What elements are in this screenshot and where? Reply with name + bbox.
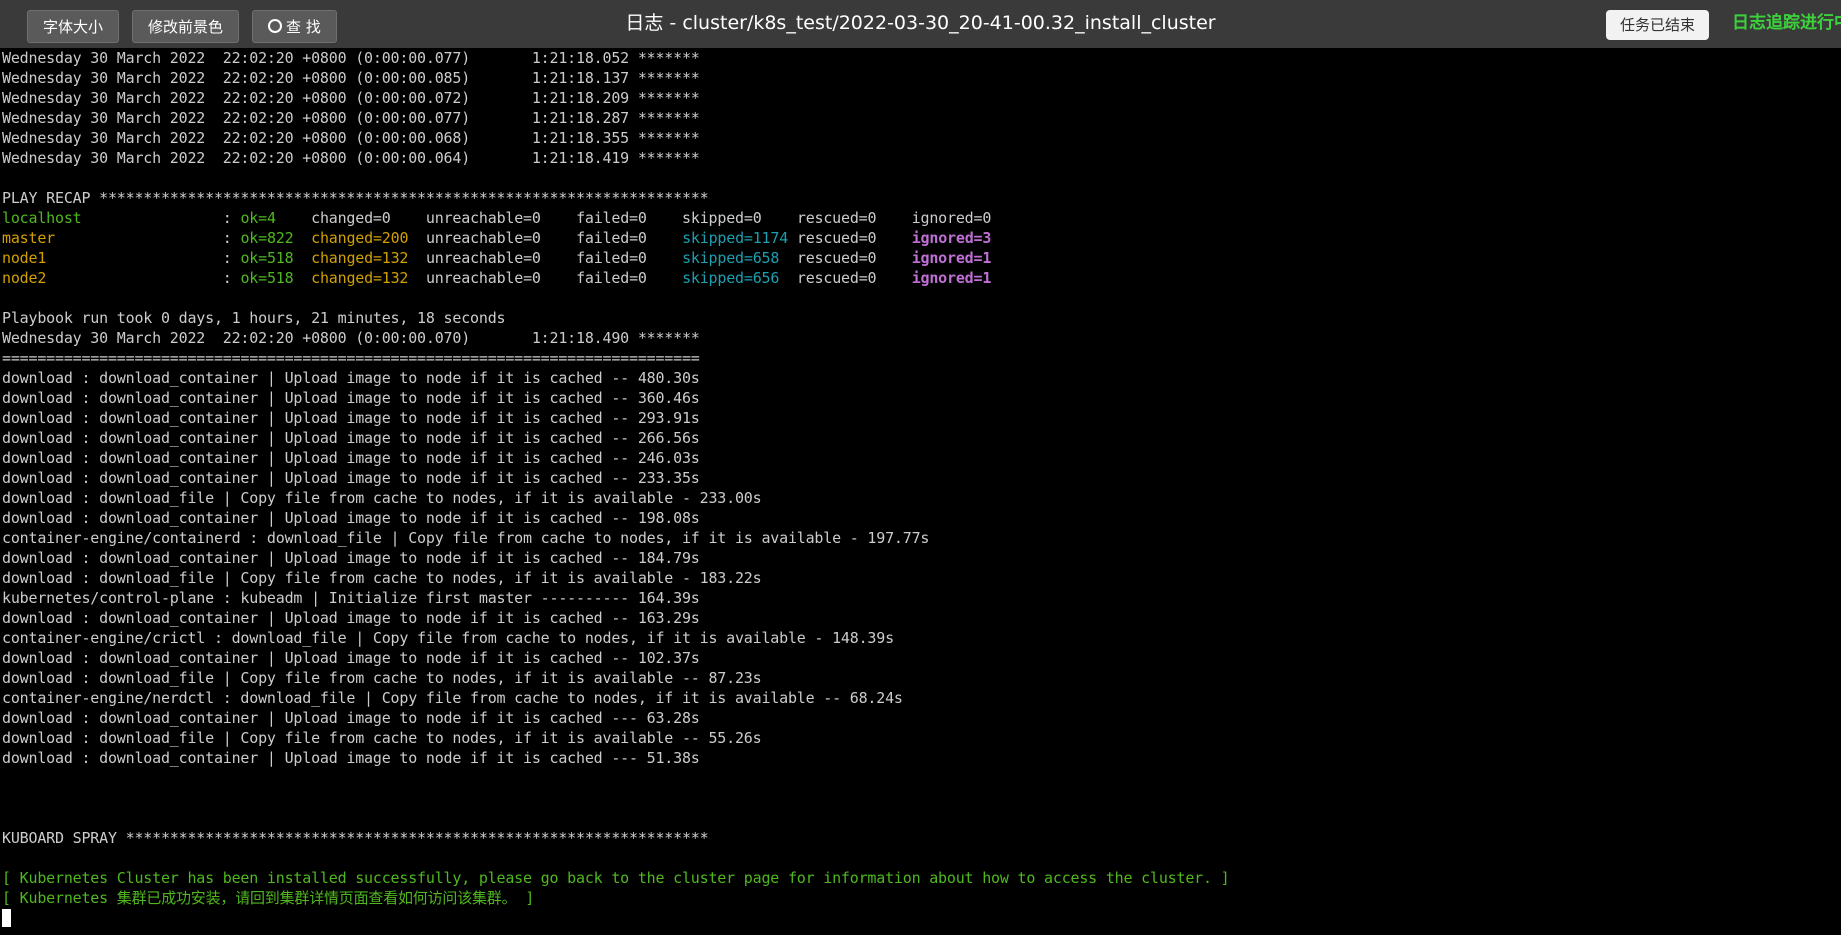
task-times-list: download : download_container | Upload i…: [2, 368, 1841, 768]
recap-row: node2 : ok=518 changed=132 unreachable=0…: [2, 269, 992, 287]
task-time-line: download : download_container | Upload i…: [2, 509, 700, 527]
page-title: 日志 - cluster/k8s_test/2022-03-30_20-41-0…: [625, 12, 1216, 34]
kuboard-spray-header: KUBOARD SPRAY **************************…: [2, 829, 709, 847]
task-time-line: download : download_container | Upload i…: [2, 369, 700, 387]
play-recap-header: PLAY RECAP *****************************…: [2, 189, 709, 207]
recap-rescued: rescued=0: [796, 269, 877, 287]
task-time-line: download : download_container | Upload i…: [2, 749, 700, 767]
recap-unreachable: unreachable=0: [425, 229, 541, 247]
playbook-duration: Playbook run took 0 days, 1 hours, 21 mi…: [2, 309, 506, 327]
task-time-line: download : download_container | Upload i…: [2, 469, 700, 487]
recap-failed: failed=0: [576, 269, 647, 287]
task-time-line: download : download_file | Copy file fro…: [2, 729, 762, 747]
recap-unreachable: unreachable=0: [425, 209, 541, 227]
toolbar: 字体大小 修改前景色 查 找 日志 - cluster/k8s_test/202…: [0, 0, 1841, 48]
task-status-button[interactable]: 任务已结束: [1606, 10, 1710, 40]
recap-host: localhost: [2, 209, 82, 227]
task-time-line: download : download_container | Upload i…: [2, 409, 700, 427]
recap-rescued: rescued=0: [796, 229, 877, 247]
task-time-line: download : download_container | Upload i…: [2, 429, 700, 447]
task-time-line: download : download_container | Upload i…: [2, 389, 700, 407]
recap-row: localhost : ok=4 changed=0 unreachable=0…: [2, 209, 992, 227]
timing-lines: Wednesday 30 March 2022 22:02:20 +0800 (…: [2, 48, 1841, 168]
recap-changed: changed=132: [311, 249, 409, 267]
recap-failed: failed=0: [576, 229, 647, 247]
task-time-line: download : download_container | Upload i…: [2, 549, 700, 567]
recap-failed: failed=0: [576, 249, 647, 267]
timing-line: Wednesday 30 March 2022 22:02:20 +0800 (…: [2, 129, 700, 147]
recap-rescued: rescued=0: [796, 249, 877, 267]
task-time-line: download : download_file | Copy file fro…: [2, 569, 762, 587]
recap-failed: failed=0: [576, 209, 647, 227]
timing-line: Wednesday 30 March 2022 22:02:20 +0800 (…: [2, 69, 700, 87]
recap-skipped: skipped=1174: [682, 229, 789, 247]
recap-ok: ok=518: [240, 249, 294, 267]
recap-host: master: [2, 229, 55, 247]
task-time-line: container-engine/crictl : download_file …: [2, 629, 894, 647]
task-time-line: download : download_container | Upload i…: [2, 609, 700, 627]
timing-line: Wednesday 30 March 2022 22:02:20 +0800 (…: [2, 49, 700, 67]
task-status-label: 任务已结束: [1620, 16, 1696, 34]
recap-ignored: ignored=0: [911, 209, 992, 227]
cursor-line: [2, 908, 1841, 928]
task-time-line: download : download_file | Copy file fro…: [2, 489, 762, 507]
timing-line: Wednesday 30 March 2022 22:02:20 +0800 (…: [2, 89, 700, 107]
recap-ok: ok=822: [240, 229, 294, 247]
task-time-line: container-engine/nerdctl : download_file…: [2, 689, 903, 707]
timing-line: Wednesday 30 March 2022 22:02:20 +0800 (…: [2, 149, 700, 167]
task-time-line: kubernetes/control-plane : kubeadm | Ini…: [2, 589, 700, 607]
recap-ignored: ignored=1: [911, 269, 992, 287]
task-time-line: container-engine/containerd : download_f…: [2, 529, 930, 547]
task-time-line: download : download_container | Upload i…: [2, 649, 700, 667]
recap-host: node2: [2, 269, 47, 287]
task-time-line: download : download_container | Upload i…: [2, 449, 700, 467]
recap-changed: changed=0: [311, 209, 391, 227]
recap-row: master : ok=822 changed=200 unreachable=…: [2, 229, 992, 247]
recap-row: node1 : ok=518 changed=132 unreachable=0…: [2, 249, 992, 267]
task-time-line: download : download_container | Upload i…: [2, 709, 700, 727]
task-time-line: download : download_file | Copy file fro…: [2, 669, 762, 687]
recap-skipped: skipped=656: [682, 269, 780, 287]
recap-unreachable: unreachable=0: [425, 269, 541, 287]
recap-rescued: rescued=0: [796, 209, 877, 227]
success-message-en: [ Kubernetes Cluster has been installed …: [2, 869, 1230, 887]
recap-ok: ok=518: [240, 269, 294, 287]
recap-skipped: skipped=658: [682, 249, 780, 267]
success-message-zh: [ Kubernetes 集群已成功安装，请回到集群详情页面查看如何访问该集群。…: [2, 889, 535, 907]
recap-ignored: ignored=1: [911, 249, 992, 267]
timing-line: Wednesday 30 March 2022 22:02:20 +0800 (…: [2, 109, 700, 127]
recap-changed: changed=132: [311, 269, 409, 287]
final-timing-line: Wednesday 30 March 2022 22:02:20 +0800 (…: [2, 329, 700, 347]
recap-changed: changed=200: [311, 229, 409, 247]
recap-ok: ok=4: [240, 209, 276, 227]
recap-ignored: ignored=3: [911, 229, 992, 247]
log-terminal[interactable]: Wednesday 30 March 2022 22:02:20 +0800 (…: [2, 48, 1841, 935]
recap-unreachable: unreachable=0: [425, 249, 541, 267]
terminal-cursor: [2, 909, 11, 927]
recap-skipped: skipped=0: [682, 209, 762, 227]
recap-host: node1: [2, 249, 47, 267]
separator-line: ========================================…: [2, 349, 700, 367]
log-follow-indicator[interactable]: 日志追踪进行中: [1732, 0, 1841, 48]
